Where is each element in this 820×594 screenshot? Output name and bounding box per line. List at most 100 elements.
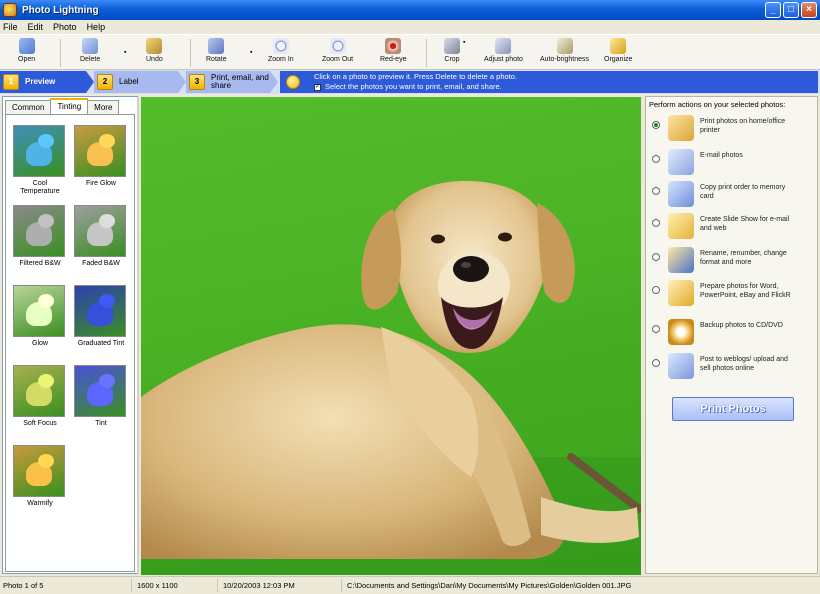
crop-button[interactable]: Crop [444,37,460,69]
zoom-out-button[interactable]: Zoom Out [322,37,353,69]
action-backup-cd[interactable]: Backup photos to CD/DVD [652,319,816,349]
crop-dropdown-icon[interactable]: ▪ [463,39,465,46]
action-slideshow[interactable]: Create Slide Show for e-mail and web [652,213,816,243]
action-memory-card[interactable]: Copy print order to memory card [652,181,816,211]
effect-label: Cool Temperature [20,180,60,195]
effect-label: Graduated Tint [77,340,125,347]
red-eye-icon [385,38,402,54]
action-radio[interactable] [652,155,660,163]
effect-warmify[interactable]: Warmify [13,445,67,508]
rotate-dropdown-icon[interactable]: ▪ [250,49,252,56]
toolbar-separator [426,39,427,67]
zoom-out-label: Zoom Out [322,56,354,63]
red-eye-label: Red-eye [380,56,407,63]
rotate-icon [208,38,225,54]
menu-edit[interactable]: Edit [28,22,44,32]
step-number: 3 [189,74,205,90]
email-icon [668,149,694,175]
action-radio[interactable] [652,187,660,195]
action-print-home[interactable]: Print photos on home/office printer [652,115,816,145]
adjust-photo-icon [495,38,512,54]
open-button[interactable]: Open [18,37,35,69]
hint-line-2: Select the photos you want to print, ema… [325,82,502,91]
effect-thumbnail [74,125,126,177]
effect-glow[interactable]: Glow [13,285,67,348]
tab-tinting[interactable]: Tinting [50,98,89,114]
status-dimensions: 1600 x 1100 [134,579,218,592]
upload-icon [668,353,694,379]
effects-tabs: Common Tinting More [5,98,120,114]
undo-button[interactable]: Undo [146,37,163,69]
adjust-photo-button[interactable]: Adjust photo [484,37,523,69]
effect-fire-glow[interactable]: Fire Glow [74,125,128,188]
action-radio[interactable] [652,286,660,294]
effect-faded-bw[interactable]: Faded B&W [74,205,128,268]
delete-icon [82,38,99,54]
organize-button[interactable]: Organize [604,37,632,69]
rotate-button[interactable]: Rotate [206,37,227,69]
zoom-in-button[interactable]: Zoom In [268,37,294,69]
effect-label: Glow [32,340,48,347]
action-radio[interactable] [652,359,660,367]
crop-icon [444,38,460,54]
maximize-button[interactable]: □ [783,2,799,18]
lightbulb-icon [286,75,300,89]
dog-thumbnail-head [38,374,54,388]
window-controls: _ □ × [765,2,817,18]
effect-label: Warmify [27,500,53,507]
effect-thumbnail [74,285,126,337]
photo-preview[interactable] [141,97,641,575]
actions-panel: Perform actions on your selected photos:… [645,96,818,574]
tab-common[interactable]: Common [5,100,52,114]
prepare-icon [668,280,694,306]
effect-filtered-bw[interactable]: Filtered B&W [13,205,67,268]
organize-label: Organize [604,56,633,63]
delete-button[interactable]: Delete [80,37,100,69]
action-email[interactable]: E-mail photos [652,149,816,179]
dog-thumbnail-head [38,134,54,148]
step-label[interactable]: 2 Label [94,71,186,93]
delete-label: Delete [80,56,101,63]
action-upload[interactable]: Post to weblogs/ upload and sell photos … [652,353,816,383]
effects-list: Cool Temperature Fire Glow Filtered B&W … [5,114,135,572]
action-label: E-mail photos [700,152,743,159]
effect-tint[interactable]: Tint [74,365,128,428]
close-button[interactable]: × [801,2,817,18]
effect-graduated-tint[interactable]: Graduated Tint [74,285,128,348]
effect-thumbnail [74,365,126,417]
printer-icon [668,115,694,141]
status-photo-count: Photo 1 of 5 [0,579,132,592]
open-label: Open [18,56,36,63]
tab-more[interactable]: More [87,100,120,114]
delete-dropdown-icon[interactable]: ▪ [124,49,126,56]
auto-brightness-button[interactable]: Auto-brightness [540,37,589,69]
dog-thumbnail-head [99,374,115,388]
red-eye-button[interactable]: Red-eye [380,37,406,69]
memory-card-icon [668,181,694,207]
menu-file[interactable]: File [3,22,18,32]
print-photos-button[interactable]: Print Photos [672,397,794,421]
action-label: Print photos on home/office printer [700,118,786,134]
zoom-out-icon [329,38,346,54]
effect-cool-temperature[interactable]: Cool Temperature [13,125,67,196]
action-radio[interactable] [652,219,660,227]
action-prepare[interactable]: Prepare photos for Word, PowerPoint, eBa… [652,280,816,310]
effect-label: Soft Focus [23,420,57,427]
minimize-button[interactable]: _ [765,2,781,18]
action-radio[interactable] [652,325,660,333]
auto-brightness-icon [556,38,573,54]
step-preview[interactable]: 1 Preview [0,71,94,93]
effect-thumbnail [13,445,65,497]
cd-icon [668,319,694,345]
step-print-share[interactable]: 3 Print, email, and share [186,71,278,93]
window-title: Photo Lightning [22,4,99,16]
status-bar: Photo 1 of 5 1600 x 1100 10/20/2003 12:0… [0,576,820,594]
menu-photo[interactable]: Photo [53,22,77,32]
action-radio[interactable] [652,121,660,129]
effect-soft-focus[interactable]: Soft Focus [13,365,67,428]
effect-label: Tint [95,420,107,427]
menu-help[interactable]: Help [87,22,106,32]
action-radio[interactable] [652,253,660,261]
undo-icon [146,38,163,54]
action-rename[interactable]: Rename, renumber, change format and more [652,247,816,277]
